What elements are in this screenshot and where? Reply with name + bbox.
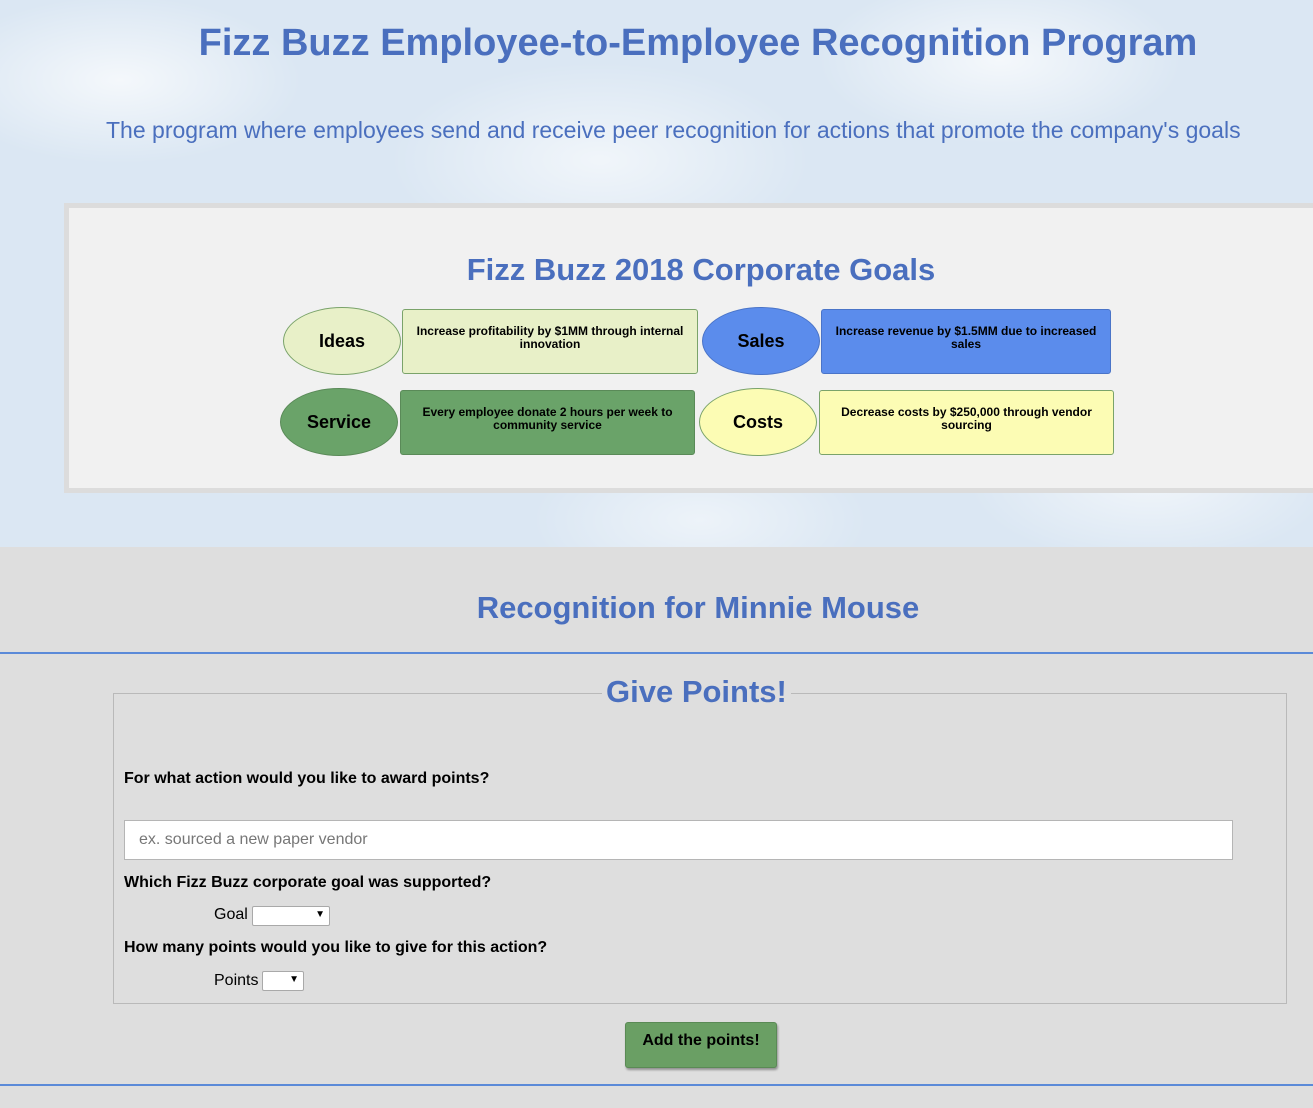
header-background: Fizz Buzz Employee-to-Employee Recogniti… — [0, 0, 1313, 547]
goal-service-description: Every employee donate 2 hours per week t… — [400, 390, 695, 455]
goal-sales-description: Increase revenue by $1.5MM due to increa… — [821, 309, 1111, 374]
action-input[interactable] — [124, 820, 1233, 860]
recognition-title: Recognition for Minnie Mouse — [476, 590, 920, 625]
points-label: Points — [214, 972, 259, 989]
add-points-button[interactable]: Add the points! — [625, 1022, 777, 1068]
points-select[interactable]: ▼ — [262, 971, 304, 991]
goal-ideas-oval: Ideas — [283, 307, 401, 375]
goal-service-oval: Service — [280, 388, 398, 456]
goal-select[interactable]: ▼ — [252, 906, 330, 926]
page-subtitle: The program where employees send and rec… — [106, 117, 1241, 143]
give-points-form: Give Points! For what action would you l… — [113, 674, 1287, 1004]
divider — [0, 652, 1313, 654]
goal-sales-oval: Sales — [702, 307, 820, 375]
goals-title: Fizz Buzz 2018 Corporate Goals — [466, 252, 936, 287]
points-question: How many points would you like to give f… — [124, 939, 548, 956]
action-question: For what action would you like to award … — [124, 770, 490, 787]
divider — [0, 1084, 1313, 1086]
form-legend: Give Points! — [602, 674, 791, 710]
goal-costs-description: Decrease costs by $250,000 through vendo… — [819, 390, 1114, 455]
page-title: Fizz Buzz Employee-to-Employee Recogniti… — [198, 22, 1198, 64]
chevron-down-icon: ▼ — [315, 909, 325, 920]
corporate-goals-panel: Fizz Buzz 2018 Corporate Goals Ideas Inc… — [64, 203, 1313, 493]
goal-label: Goal — [214, 906, 248, 923]
goal-question: Which Fizz Buzz corporate goal was suppo… — [124, 874, 492, 891]
chevron-down-icon: ▼ — [289, 974, 299, 985]
goal-ideas-description: Increase profitability by $1MM through i… — [402, 309, 698, 374]
goal-costs-oval: Costs — [699, 388, 817, 456]
